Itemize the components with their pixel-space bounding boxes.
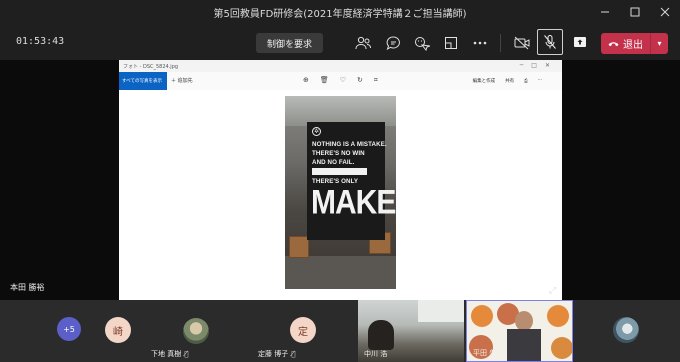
participant-tile[interactable]: 定 定藤 博子 🎙̸	[252, 300, 356, 362]
delete-icon: 🗑	[319, 76, 329, 84]
window-title: 第5回教員FD研修会(2021年度経済学特講２ご担当講師)	[213, 9, 467, 20]
chat-icon[interactable]	[382, 32, 404, 54]
banner-make-text: MAKE	[311, 183, 396, 222]
photos-command-bar: すべての写真を表示 ＋ 追加先 ⊕ 🗑 ♡ ↻ ⌗ 編集と作成 共有 ⎙ ···	[119, 72, 562, 90]
participant-name: 中川 浩	[364, 350, 388, 358]
see-all-photos-label: すべての写真を表示	[122, 79, 163, 84]
presenter-name: 本田 勝裕	[10, 283, 45, 292]
participants-icon[interactable]	[352, 32, 374, 54]
edit-create-label: 編集と作成	[472, 79, 496, 84]
rooms-icon[interactable]	[440, 32, 462, 54]
banner-line-1: NOTHING IS A MISTAKE.	[312, 141, 387, 148]
close-icon[interactable]	[650, 0, 680, 24]
participant-name: 定藤 博子	[258, 350, 289, 358]
add-to-button: ＋ 追加先	[171, 78, 193, 84]
add-to-label: 追加先	[177, 78, 193, 84]
banner-line-3: AND NO FAIL.	[312, 159, 355, 166]
leave-main[interactable]: 退出	[601, 33, 650, 54]
favorite-icon: ♡	[339, 76, 347, 84]
photos-title-bar: フォト - DSC_5824.jpg ─□✕	[119, 60, 562, 72]
shared-photos-window: フォト - DSC_5824.jpg ─□✕ すべての写真を表示 ＋ 追加先 ⊕…	[119, 60, 562, 300]
more-options-icon[interactable]	[469, 32, 491, 54]
mic-off-icon: 🎙̸	[184, 350, 189, 358]
participant-video-tile-active[interactable]: 平田 啓介	[466, 300, 573, 362]
rotate-icon: ↻	[357, 76, 363, 84]
make-banner: ✲ NOTHING IS A MISTAKE. THERE'S NO WIN A…	[307, 122, 396, 240]
participant-name-row: 中川 浩	[364, 349, 387, 359]
title-bar: 第5回教員FD研修会(2021年度経済学特講２ご担当講師)	[0, 0, 680, 24]
request-control-button[interactable]: 制御を要求	[256, 33, 323, 53]
participants-strip: +5 崎 下地 真樹 🎙̸ 定 定藤 博子 🎙̸ 中川 浩 平田 啓介	[0, 300, 680, 362]
mic-off-icon: 🎙̸	[291, 350, 296, 358]
participant-name: 下地 真樹	[151, 350, 182, 358]
photos-tool-icons: ⊕ 🗑 ♡ ↻ ⌗	[303, 76, 378, 85]
photos-right-actions: 編集と作成 共有 ⎙ ···	[473, 78, 542, 84]
participant-avatar-initial: 崎	[105, 317, 131, 343]
minimize-icon[interactable]	[590, 0, 620, 24]
camera-off-icon[interactable]	[511, 32, 533, 54]
mic-off-icon	[544, 35, 556, 49]
banner-rule	[312, 168, 367, 175]
more-participants-badge[interactable]: +5	[57, 317, 81, 341]
more-icon: ···	[537, 78, 542, 83]
leave-button[interactable]: 退出 ▾	[601, 33, 668, 54]
meeting-toolbar: 01:53:43 制御を要求 退出 ▾	[0, 24, 680, 60]
leave-label: 退出	[623, 40, 643, 51]
expand-icon[interactable]: ⤢	[549, 286, 556, 296]
participant-name: 平田 啓介	[473, 349, 504, 357]
maximize-icon[interactable]	[620, 0, 650, 24]
participant-name-row: 下地 真樹 🎙̸	[151, 349, 188, 359]
share-screen-icon[interactable]	[571, 33, 589, 51]
banner-line-2: THERE'S NO WIN	[312, 150, 365, 157]
participant-name-row: 平田 啓介	[473, 348, 503, 358]
see-all-photos-button: すべての写真を表示	[119, 72, 167, 90]
avatar	[613, 317, 639, 343]
leave-dropdown-icon[interactable]: ▾	[650, 33, 668, 54]
crop-icon: ⌗	[373, 76, 378, 84]
participant-avatar-initial: 定	[290, 317, 316, 343]
share-label: 共有	[505, 79, 515, 84]
mic-off-button[interactable]	[537, 29, 563, 55]
reactions-icon[interactable]	[411, 32, 433, 54]
banner-logo-icon: ✲	[312, 127, 321, 136]
meeting-timer: 01:53:43	[16, 36, 65, 47]
displayed-photo: ✲ NOTHING IS A MISTAKE. THERE'S NO WIN A…	[285, 96, 396, 289]
shared-content-stage: フォト - DSC_5824.jpg ─□✕ すべての写真を表示 ＋ 追加先 ⊕…	[0, 60, 680, 300]
toolbar-divider	[500, 34, 501, 52]
avatar	[183, 318, 209, 344]
print-icon: ⎙	[524, 79, 528, 84]
photos-window-controls: ─□✕	[519, 62, 558, 69]
participant-tile[interactable]: 下地 真樹 🎙̸	[143, 300, 250, 362]
participant-video-tile[interactable]: 中川 浩	[358, 300, 464, 362]
phone-hangup-icon	[608, 41, 619, 46]
participant-name-row: 定藤 博子 🎙̸	[258, 349, 295, 359]
photos-file-title: フォト - DSC_5824.jpg	[123, 64, 179, 70]
zoom-icon: ⊕	[303, 76, 309, 84]
